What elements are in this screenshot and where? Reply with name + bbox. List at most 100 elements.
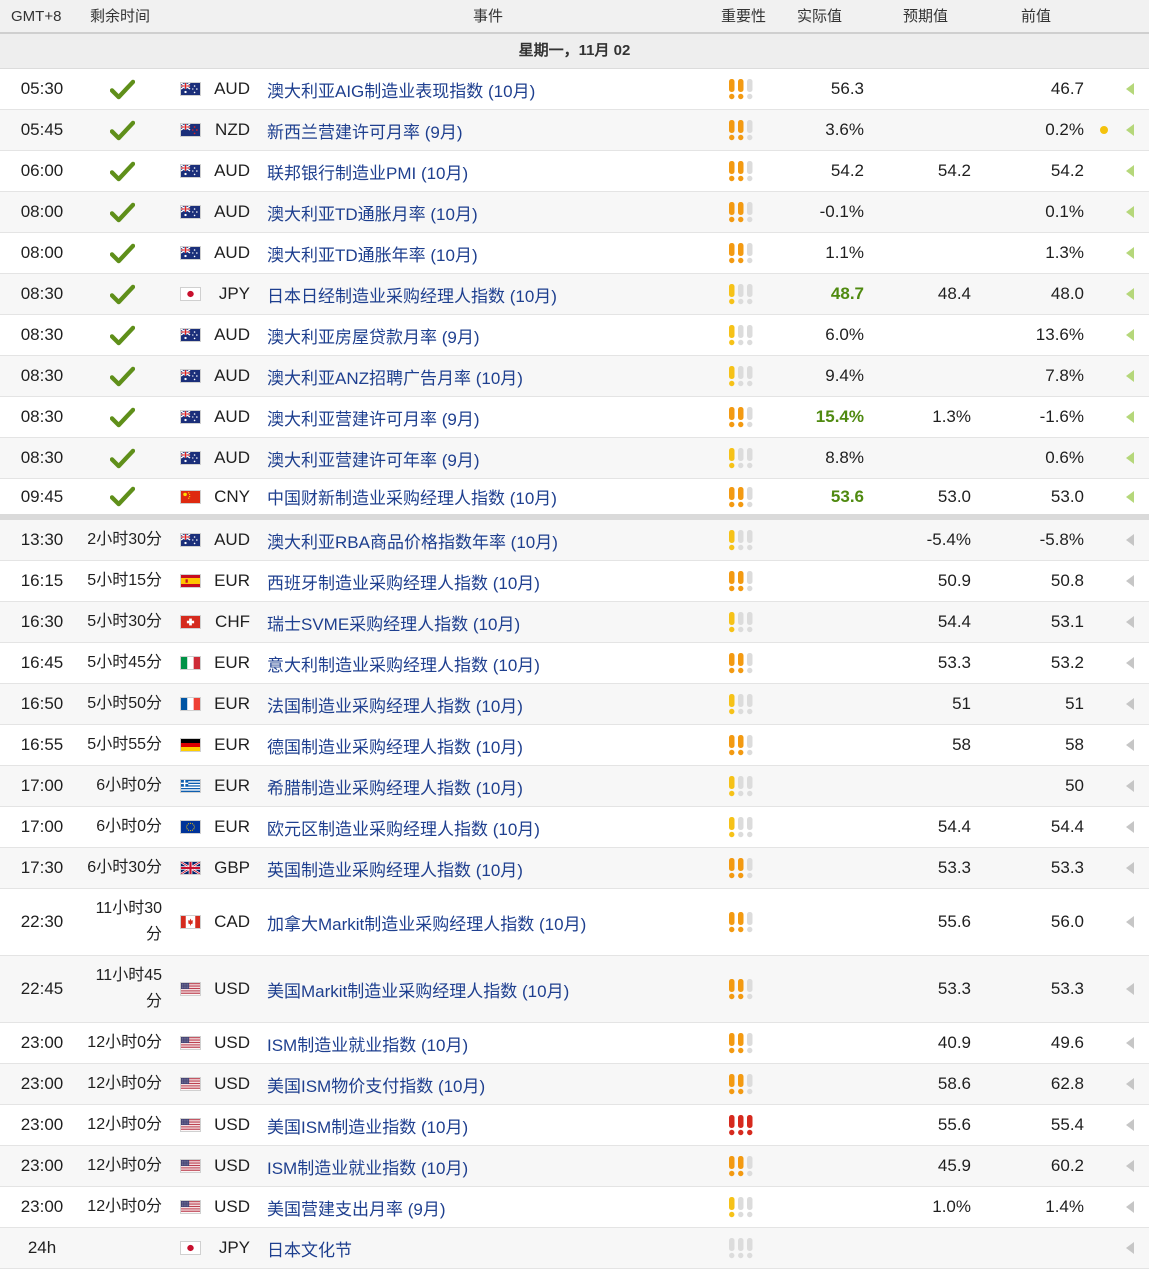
- event-name-link[interactable]: 美国ISM制造业指数 (10月): [267, 1105, 717, 1145]
- event-name-link[interactable]: 澳大利亚RBA商品价格指数年率 (10月): [267, 520, 717, 560]
- event-row[interactable]: 08:00 AUD 澳大利亚TD通胀年率 (10月) 1.1% 1.3%: [0, 233, 1149, 274]
- expand-arrow-icon[interactable]: [1120, 956, 1140, 1022]
- event-name-link[interactable]: 新西兰营建许可月率 (9月): [267, 110, 717, 150]
- event-name-link[interactable]: 澳大利亚TD通胀年率 (10月): [267, 233, 717, 273]
- event-name-link[interactable]: 日本日经制造业采购经理人指数 (10月): [267, 274, 717, 314]
- event-row[interactable]: 05:30 AUD 澳大利亚AIG制造业表现指数 (10月) 56.3 46.7: [0, 69, 1149, 110]
- previous-value: 7.8%: [1045, 366, 1084, 385]
- currency-code: USD: [214, 1074, 250, 1093]
- event-name-link[interactable]: 法国制造业采购经理人指数 (10月): [267, 684, 717, 724]
- expand-arrow-icon[interactable]: [1120, 315, 1140, 355]
- revised-dot-icon: [1096, 807, 1112, 847]
- revised-dot-icon: [1096, 356, 1112, 396]
- event-row[interactable]: 23:00 12小时0分 USD 美国ISM物价支付指数 (10月) 58.6 …: [0, 1064, 1149, 1105]
- event-row[interactable]: 08:30 AUD 澳大利亚营建许可年率 (9月) 8.8% 0.6%: [0, 438, 1149, 479]
- expand-arrow-icon[interactable]: [1120, 848, 1140, 888]
- importance-icon: [727, 233, 757, 273]
- event-name-link[interactable]: 日本文化节: [267, 1228, 717, 1268]
- event-row[interactable]: 08:30 JPY 日本日经制造业采购经理人指数 (10月) 48.7 48.4…: [0, 274, 1149, 315]
- expand-arrow-icon[interactable]: [1120, 643, 1140, 683]
- expand-arrow-icon[interactable]: [1120, 1105, 1140, 1145]
- event-row[interactable]: 17:00 6小时0分 EUR 欧元区制造业采购经理人指数 (10月) 54.4…: [0, 807, 1149, 848]
- event-name-link[interactable]: 美国营建支出月率 (9月): [267, 1187, 717, 1227]
- expand-arrow-icon[interactable]: [1120, 766, 1140, 806]
- event-row[interactable]: 16:50 5小时50分 EUR 法国制造业采购经理人指数 (10月) 51 5…: [0, 684, 1149, 725]
- event-name-link[interactable]: 美国Markit制造业采购经理人指数 (10月): [267, 956, 717, 1022]
- event-row[interactable]: 16:15 5小时15分 EUR 西班牙制造业采购经理人指数 (10月) 50.…: [0, 561, 1149, 602]
- event-name-link[interactable]: 澳大利亚AIG制造业表现指数 (10月): [267, 69, 717, 109]
- previous-value: 1.4%: [1045, 1197, 1084, 1216]
- flag-it-icon: [179, 643, 201, 683]
- expand-arrow-icon[interactable]: [1120, 1146, 1140, 1186]
- event-name-link[interactable]: 中国财新制造业采购经理人指数 (10月): [267, 479, 717, 514]
- event-row[interactable]: 08:00 AUD 澳大利亚TD通胀月率 (10月) -0.1% 0.1%: [0, 192, 1149, 233]
- event-name-link[interactable]: 澳大利亚ANZ招聘广告月率 (10月): [267, 356, 717, 396]
- event-name-link[interactable]: 希腊制造业采购经理人指数 (10月): [267, 766, 717, 806]
- event-row[interactable]: 17:30 6小时30分 GBP 英国制造业采购经理人指数 (10月) 53.3…: [0, 848, 1149, 889]
- event-row[interactable]: 17:00 6小时0分 EUR 希腊制造业采购经理人指数 (10月) 50: [0, 766, 1149, 807]
- event-row[interactable]: 05:45 NZD 新西兰营建许可月率 (9月) 3.6% 0.2%: [0, 110, 1149, 151]
- event-row[interactable]: 08:30 AUD 澳大利亚营建许可月率 (9月) 15.4% 1.3% -1.…: [0, 397, 1149, 438]
- header-timezone[interactable]: GMT+8: [11, 0, 61, 34]
- expand-arrow-icon[interactable]: [1120, 233, 1140, 273]
- event-name-link[interactable]: 瑞士SVME采购经理人指数 (10月): [267, 602, 717, 642]
- event-name-link[interactable]: 美国ISM物价支付指数 (10月): [267, 1064, 717, 1104]
- expand-arrow-icon[interactable]: [1120, 151, 1140, 191]
- expand-arrow-icon[interactable]: [1120, 725, 1140, 765]
- event-name-link[interactable]: 加拿大Markit制造业采购经理人指数 (10月): [267, 889, 717, 955]
- event-row[interactable]: 08:30 AUD 澳大利亚ANZ招聘广告月率 (10月) 9.4% 7.8%: [0, 356, 1149, 397]
- event-row[interactable]: 09:45 CNY 中国财新制造业采购经理人指数 (10月) 53.6 53.0…: [0, 479, 1149, 520]
- event-row[interactable]: 23:00 12小时0分 USD ISM制造业就业指数 (10月) 45.9 6…: [0, 1146, 1149, 1187]
- importance-icon: [727, 1146, 757, 1186]
- expand-arrow-icon[interactable]: [1120, 520, 1140, 560]
- expand-arrow-icon[interactable]: [1120, 807, 1140, 847]
- event-name-link[interactable]: 西班牙制造业采购经理人指数 (10月): [267, 561, 717, 601]
- event-name-link[interactable]: 德国制造业采购经理人指数 (10月): [267, 725, 717, 765]
- expand-arrow-icon[interactable]: [1120, 1228, 1140, 1268]
- event-row[interactable]: 23:00 12小时0分 USD 美国营建支出月率 (9月) 1.0% 1.4%: [0, 1187, 1149, 1228]
- event-row[interactable]: 23:00 12小时0分 USD 美国ISM制造业指数 (10月) 55.6 5…: [0, 1105, 1149, 1146]
- expand-arrow-icon[interactable]: [1120, 1064, 1140, 1104]
- event-row[interactable]: 22:45 11小时45分 USD 美国Markit制造业采购经理人指数 (10…: [0, 956, 1149, 1023]
- event-row[interactable]: 22:30 11小时30分 CAD 加拿大Markit制造业采购经理人指数 (1…: [0, 889, 1149, 956]
- event-name-link[interactable]: 意大利制造业采购经理人指数 (10月): [267, 643, 717, 683]
- event-name-link[interactable]: ISM制造业就业指数 (10月): [267, 1023, 717, 1063]
- expand-arrow-icon[interactable]: [1120, 479, 1140, 514]
- event-name-link[interactable]: 澳大利亚TD通胀月率 (10月): [267, 192, 717, 232]
- event-remaining: 11小时30分: [84, 889, 162, 955]
- forecast-value: [880, 356, 971, 396]
- expand-arrow-icon[interactable]: [1120, 397, 1140, 437]
- event-row[interactable]: 16:45 5小时45分 EUR 意大利制造业采购经理人指数 (10月) 53.…: [0, 643, 1149, 684]
- event-name-link[interactable]: 联邦银行制造业PMI (10月): [267, 151, 717, 191]
- event-remaining: [84, 397, 162, 437]
- event-name-link[interactable]: ISM制造业就业指数 (10月): [267, 1146, 717, 1186]
- event-name-link[interactable]: 澳大利亚房屋贷款月率 (9月): [267, 315, 717, 355]
- event-name-link[interactable]: 澳大利亚营建许可年率 (9月): [267, 438, 717, 478]
- forecast-value: [880, 315, 971, 355]
- expand-arrow-icon[interactable]: [1120, 1187, 1140, 1227]
- event-row[interactable]: 13:30 2小时30分 AUD 澳大利亚RBA商品价格指数年率 (10月) -…: [0, 520, 1149, 561]
- expand-arrow-icon[interactable]: [1120, 274, 1140, 314]
- expand-arrow-icon[interactable]: [1120, 684, 1140, 724]
- remaining-time: 12小时0分: [87, 1075, 162, 1092]
- event-row[interactable]: 23:00 12小时0分 USD ISM制造业就业指数 (10月) 40.9 4…: [0, 1023, 1149, 1064]
- event-name-link[interactable]: 澳大利亚营建许可月率 (9月): [267, 397, 717, 437]
- expand-arrow-icon[interactable]: [1120, 192, 1140, 232]
- expand-arrow-icon[interactable]: [1120, 602, 1140, 642]
- expand-arrow-icon[interactable]: [1120, 110, 1140, 150]
- event-name-link[interactable]: 欧元区制造业采购经理人指数 (10月): [267, 807, 717, 847]
- event-row[interactable]: 24h JPY 日本文化节: [0, 1228, 1149, 1269]
- event-row[interactable]: 16:30 5小时30分 CHF 瑞士SVME采购经理人指数 (10月) 54.…: [0, 602, 1149, 643]
- expand-arrow-icon[interactable]: [1120, 1023, 1140, 1063]
- expand-arrow-icon[interactable]: [1120, 889, 1140, 955]
- previous-value: [990, 1228, 1084, 1268]
- event-name-link[interactable]: 英国制造业采购经理人指数 (10月): [267, 848, 717, 888]
- expand-arrow-icon[interactable]: [1120, 561, 1140, 601]
- expand-arrow-icon[interactable]: [1120, 69, 1140, 109]
- event-row[interactable]: 16:55 5小时55分 EUR 德国制造业采购经理人指数 (10月) 58 5…: [0, 725, 1149, 766]
- event-row[interactable]: 08:30 AUD 澳大利亚房屋贷款月率 (9月) 6.0% 13.6%: [0, 315, 1149, 356]
- expand-arrow-icon[interactable]: [1120, 438, 1140, 478]
- actual-value: [770, 725, 864, 765]
- event-row[interactable]: 06:00 AUD 联邦银行制造业PMI (10月) 54.2 54.2 54.…: [0, 151, 1149, 192]
- expand-arrow-icon[interactable]: [1120, 356, 1140, 396]
